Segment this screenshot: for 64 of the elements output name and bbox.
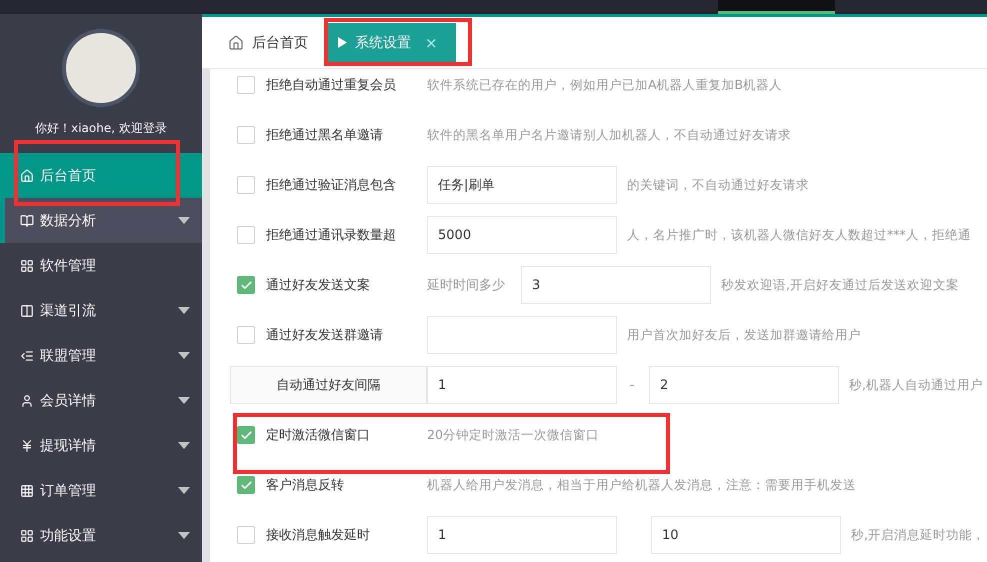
greeting: 你好！xiaohe, 欢迎登录 [34,121,168,136]
checkbox[interactable] [237,526,255,544]
setting-hint: 人，名片推广时，该机器人微信好友人数超过***人，拒绝通 [627,226,971,244]
checkbox[interactable] [237,226,255,244]
setting-hint: 用户首次加好友后，发送加群邀请给用户 [627,326,861,344]
setting-hint: 20分钟定时激活一次微信窗口 [427,426,599,444]
sidebar-item[interactable]: 会员详情 [0,378,202,423]
check-icon [240,278,252,292]
tab[interactable]: 后台首页 [220,22,320,62]
menu-icon [20,394,34,408]
sidebar-item[interactable]: 软件管理 [0,243,202,288]
setting-label: 通过好友发送文案 [266,277,371,294]
home-icon [228,34,244,50]
sidebar-item[interactable]: 提现详情 [0,423,202,468]
setting-hint: 的关键词，不自动通过好友请求 [627,176,809,194]
range-dash: - [628,378,636,392]
setting-hint: 秒发欢迎语,开启好友通过后发送欢迎文案 [721,276,959,294]
setting-label: 定时激活微信窗口 [266,427,371,444]
menu-icon [20,304,34,318]
check-icon [240,478,252,492]
setting-label: 拒绝通过黑名单邀请 [266,127,384,144]
check-icon [240,428,252,442]
checkbox[interactable] [237,326,255,344]
menu-icon [20,258,34,272]
menu-icon [20,348,34,362]
menu-icon [20,214,34,228]
checkbox[interactable] [237,126,255,144]
setting-label: 通过好友发送群邀请 [266,327,384,344]
checkbox[interactable] [237,476,255,494]
setting-prefix: 延时时间多少 [427,277,506,294]
input-field[interactable]: 10 [651,516,841,554]
setting-label: 拒绝通过验证消息包含 [266,177,397,194]
input-field[interactable]: 任务|刷单 [427,166,617,204]
input-field[interactable]: 1 [427,516,617,554]
menu-icon [20,528,34,542]
checkbox[interactable] [237,176,255,194]
menu-icon [20,168,34,182]
setting-hint: 软件的黑名单用户名片邀请别人加机器人，不自动通过好友请求 [427,126,791,144]
play-icon [338,37,347,48]
sidebar-item[interactable]: 订单管理 [0,468,202,513]
menu-icon [20,438,34,452]
input-field[interactable]: 1 [427,366,617,404]
sidebar-item[interactable]: 渠道引流 [0,288,202,333]
checkbox[interactable] [237,276,255,294]
sidebar-item[interactable]: 后台首页 [0,153,202,198]
input-field[interactable] [427,316,617,354]
setting-label: 客户消息反转 [266,477,345,494]
sidebar-item[interactable]: 功能设置 [0,513,202,558]
setting-hint: 机器人给用户发消息，相当于用户给机器人发消息，注意：需要用手机发送 [427,476,856,494]
setting-label: 自动通过好友间隔 [230,366,427,404]
input-field[interactable]: 2 [649,366,839,404]
checkbox[interactable] [237,76,255,94]
setting-label: 接收消息触发延时 [266,527,371,544]
sidebar-item[interactable]: 联盟管理 [0,333,202,378]
setting-hint: 秒,机器人自动通过用户 [849,376,983,394]
sidebar-item[interactable]: 数据分析 [0,198,202,243]
input-field[interactable]: 5000 [427,216,617,254]
input-field[interactable]: 3 [521,266,711,304]
setting-hint: 秒,开启消息延时功能， [851,526,985,544]
menu-icon [20,484,34,498]
setting-label: 拒绝通过通讯录数量超 [266,227,397,244]
setting-hint: 软件系统已存在的用户，例如用户已加A机器人重复加B机器人 [427,76,782,94]
checkbox[interactable] [237,426,255,444]
setting-label: 拒绝自动通过重复会员 [266,77,397,94]
